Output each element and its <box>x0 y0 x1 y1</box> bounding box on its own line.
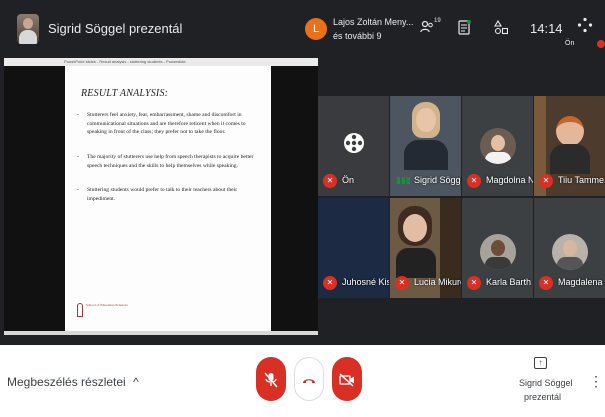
participant-name: Juhosné Kis... <box>342 277 389 287</box>
participant-avatar <box>480 128 516 164</box>
participant-name: Magdalena ... <box>558 277 605 287</box>
leave-call-button[interactable] <box>294 357 324 401</box>
participant-avatar <box>552 234 588 270</box>
speaking-indicator-icon: ▮▮▮ <box>396 175 411 185</box>
chat-icon[interactable] <box>458 20 471 38</box>
clock: 14:14 <box>530 21 563 36</box>
presenter-avatar <box>17 14 39 44</box>
document-page: RESULT ANALYSIS: Stutterers feel anxiety… <box>65 66 271 331</box>
mic-off-icon <box>264 371 278 388</box>
join-notification[interactable]: L Lajos Zoltán Meny... és további 9 <box>298 10 413 50</box>
presentation-stage[interactable]: PowerPoint slides - Result analysis - st… <box>4 58 318 335</box>
viewer-toolbar-title: PowerPoint slides - Result analysis - st… <box>64 59 186 64</box>
participant-tile[interactable]: ✕ Magdalena ... <box>534 198 605 298</box>
participant-tile[interactable]: ✕ Lucia Mikurcov... <box>390 198 461 298</box>
present-screen-icon[interactable]: ↑ <box>534 357 547 369</box>
university-logo: School of Education Sciences <box>77 303 137 325</box>
meet-window: Sigrid Söggel prezentál L Lajos Zoltán M… <box>0 0 605 417</box>
participant-tile[interactable]: ✕ Ön <box>318 96 389 196</box>
notification-line-2: és további 9 <box>333 31 382 41</box>
self-view-dots-icon[interactable] <box>577 17 593 36</box>
self-avatar-icon <box>343 132 365 159</box>
document-bullet: Stutterers feel anxiety, fear, embarrass… <box>77 111 259 137</box>
participant-avatar <box>480 234 516 270</box>
viewer-status-bar <box>4 331 318 335</box>
participant-name: Tiiu Tamme... <box>558 175 605 185</box>
self-mic-off-indicator <box>597 40 605 48</box>
microphone-toggle-button[interactable] <box>256 357 286 401</box>
participant-video <box>556 116 584 146</box>
more-options-icon[interactable]: ⋮ <box>589 373 603 390</box>
mic-off-icon: ✕ <box>467 174 481 188</box>
camera-off-icon <box>339 371 355 387</box>
presenting-title: Sigrid Söggel prezentál <box>48 21 183 36</box>
document-bullet: Stuttering students would prefer to talk… <box>77 186 259 203</box>
mic-off-icon: ✕ <box>539 276 553 290</box>
bottom-control-bar: Megbeszélés részletei ^ ↑ Sigrid Söggel … <box>0 345 605 417</box>
chevron-up-icon: ^ <box>133 375 139 389</box>
viewer-toolbar: PowerPoint slides - Result analysis - st… <box>4 58 318 66</box>
mic-off-icon: ✕ <box>467 276 481 290</box>
participant-name: Lucia Mikurcov... <box>414 277 461 287</box>
camera-toggle-button[interactable] <box>332 357 362 401</box>
document-bullet: The majority of stutterers use help from… <box>77 153 259 170</box>
participant-name: Magdolna N... <box>486 175 533 185</box>
people-icon[interactable] <box>420 20 434 37</box>
university-logo-text: School of Education Sciences <box>86 303 128 307</box>
mic-off-icon: ✕ <box>323 174 337 188</box>
participant-tile[interactable]: ▮▮▮ Sigrid Söggel <box>390 96 461 196</box>
participant-tile[interactable]: ✕ Magdolna N... <box>462 96 533 196</box>
people-count: 19 <box>434 18 441 24</box>
mic-off-icon: ✕ <box>323 276 337 290</box>
mic-off-icon: ✕ <box>395 276 409 290</box>
notification-line-1: Lajos Zoltán Meny... <box>333 17 414 27</box>
participant-tile[interactable]: ✕ Tiiu Tamme... <box>534 96 605 196</box>
participant-tile[interactable]: ✕ Juhosné Kis... <box>318 198 389 298</box>
meeting-details-label: Megbeszélés részletei <box>7 375 126 389</box>
participant-name: Ön <box>342 175 355 185</box>
participant-name: Karla Barth <box>486 277 532 287</box>
mic-off-icon: ✕ <box>539 174 553 188</box>
participant-name: Sigrid Söggel <box>414 175 461 185</box>
participant-tile[interactable]: ✕ Karla Barth <box>462 198 533 298</box>
notification-avatar: L <box>305 18 327 40</box>
document-title: RESULT ANALYSIS: <box>81 88 169 99</box>
presenting-status-line-2: prezentál <box>524 392 562 402</box>
meeting-details-button[interactable]: Megbeszélés részletei ^ <box>7 375 139 389</box>
self-label: Ön <box>565 40 575 47</box>
top-bar: Sigrid Söggel prezentál L Lajos Zoltán M… <box>0 0 605 58</box>
phone-hangup-icon <box>302 372 316 388</box>
activities-icon[interactable] <box>494 19 509 38</box>
presenting-status-line-1: Sigrid Söggel <box>519 378 573 388</box>
